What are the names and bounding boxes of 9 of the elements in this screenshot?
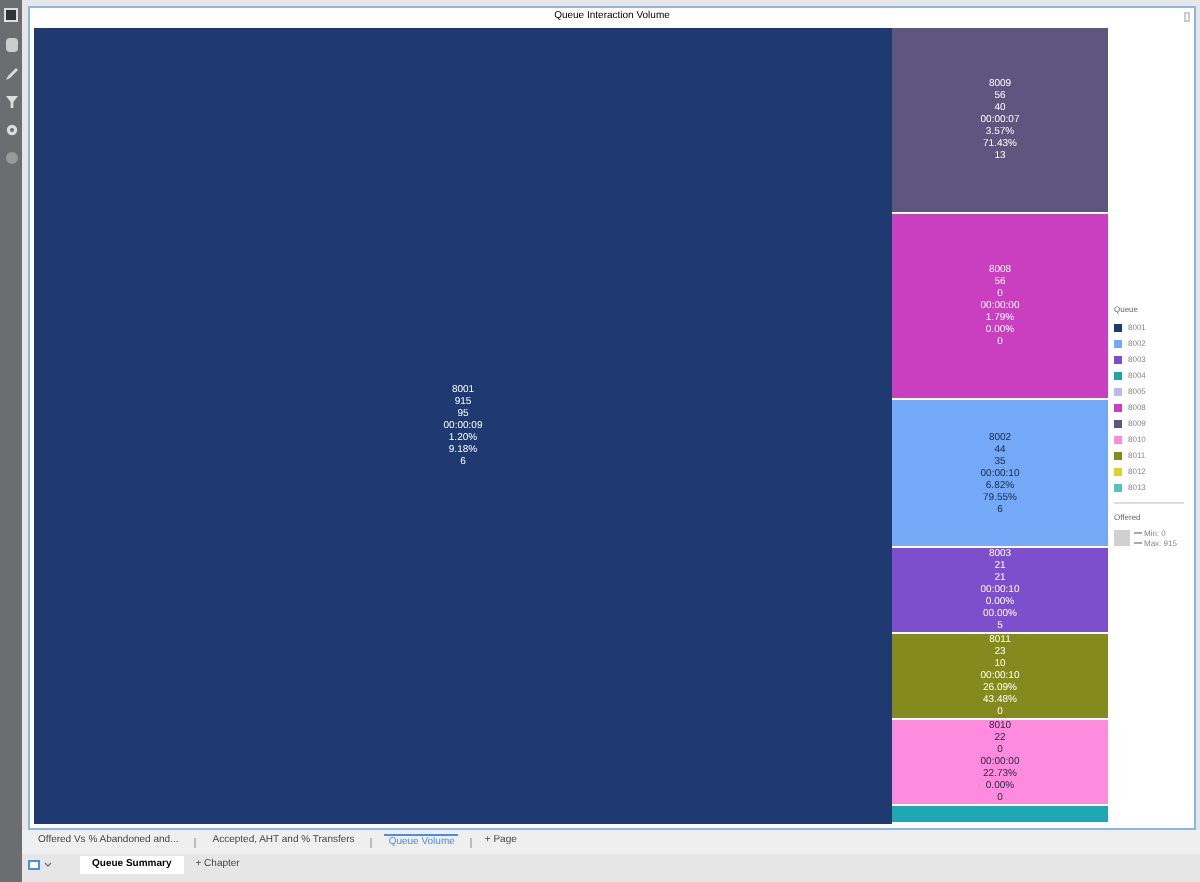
pencil-icon[interactable] [5, 68, 17, 80]
filter-icon[interactable] [5, 96, 17, 108]
caret-icon [44, 862, 52, 868]
leader-line [1134, 542, 1142, 544]
leader-line [1134, 532, 1142, 534]
size-swatch [1114, 530, 1130, 546]
view-selector[interactable] [28, 860, 52, 870]
gear-icon[interactable] [5, 124, 17, 136]
grid-icon[interactable] [4, 8, 18, 22]
